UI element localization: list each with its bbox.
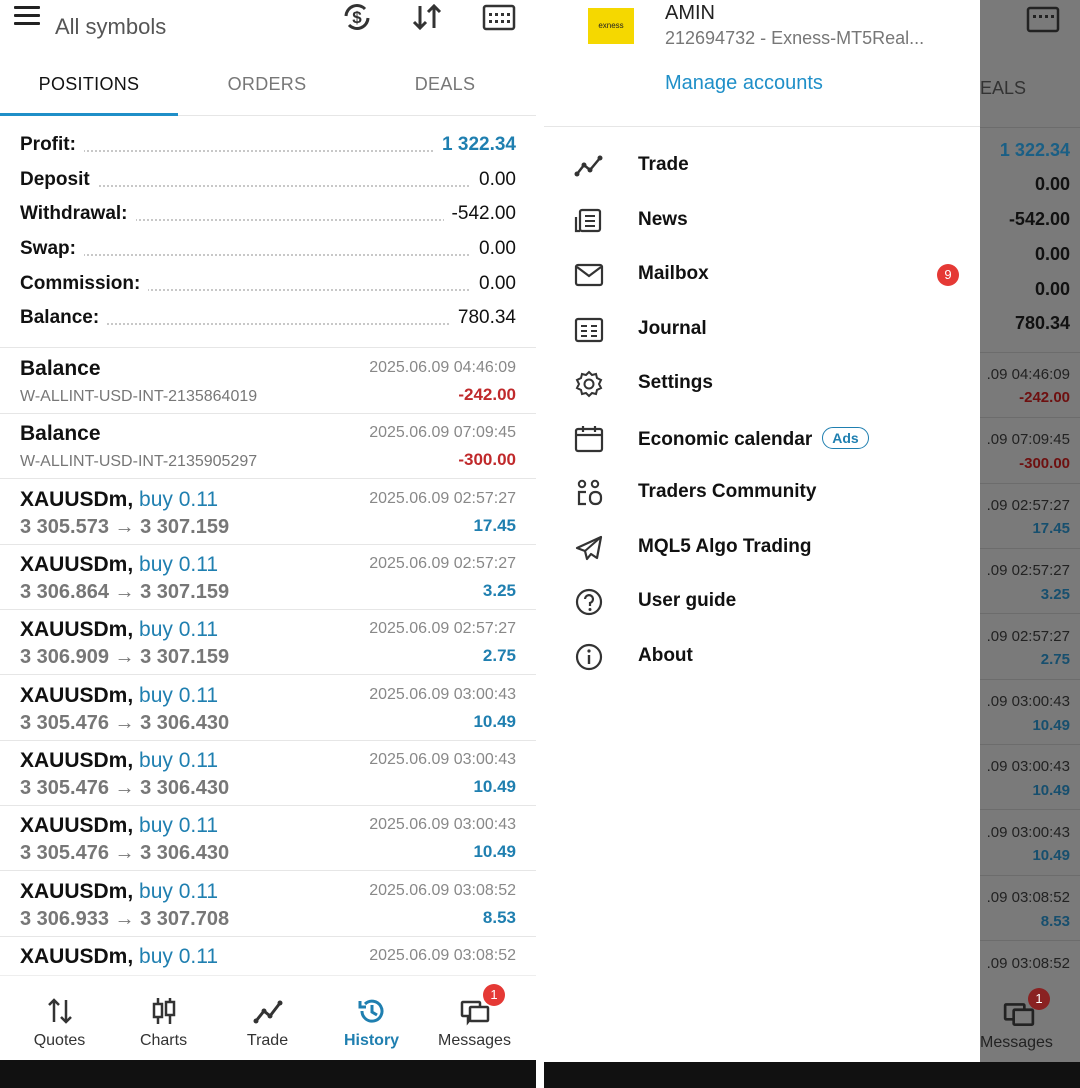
manage-accounts-link[interactable]: Manage accounts bbox=[665, 72, 823, 95]
journal-icon bbox=[574, 317, 604, 343]
nav-trade[interactable]: Trade bbox=[214, 976, 321, 1061]
telegram-icon bbox=[575, 535, 603, 561]
bottom-navigation: Quotes Charts Trade History 1 Messages bbox=[0, 975, 536, 1060]
history-screen: All symbols $ POSITIONS ORDERS DEALS Pro… bbox=[0, 0, 536, 1088]
broker-logo: exness bbox=[588, 8, 634, 44]
menu-item-traders-community[interactable]: Traders Community bbox=[544, 466, 980, 520]
trade-icon bbox=[253, 1000, 283, 1024]
divider bbox=[544, 126, 980, 127]
info-icon bbox=[575, 643, 603, 671]
menu-item-journal[interactable]: Journal bbox=[544, 303, 980, 357]
trade-icon bbox=[574, 155, 603, 177]
news-icon bbox=[574, 208, 602, 233]
nav-history[interactable]: History bbox=[318, 976, 425, 1061]
divider bbox=[536, 0, 544, 1088]
summary-deposit: Deposit 0.00 bbox=[20, 169, 516, 191]
svg-text:$: $ bbox=[352, 8, 362, 27]
help-icon bbox=[575, 588, 603, 616]
menu-item-settings[interactable]: Settings bbox=[544, 357, 980, 411]
deal-row[interactable]: XAUUSDm, buy 0.11 3 306.933 → 3 307.708 20… bbox=[0, 872, 536, 937]
account-name: AMIN bbox=[665, 2, 715, 24]
nav-messages[interactable]: 1 Messages bbox=[421, 976, 528, 1061]
menu-item-mailbox[interactable]: Mailbox 9 bbox=[544, 248, 980, 302]
tab-deals[interactable]: DEALS bbox=[356, 74, 534, 95]
tab-positions[interactable]: POSITIONS bbox=[0, 74, 178, 95]
summary-swap: Swap: 0.00 bbox=[20, 238, 516, 260]
system-nav-bar bbox=[544, 1062, 1080, 1088]
system-nav-bar bbox=[0, 1060, 536, 1088]
mailbox-badge: 9 bbox=[937, 264, 959, 286]
navigation-drawer: exness AMIN 212694732 - Exness-MT5Real..… bbox=[544, 0, 980, 1062]
ads-tag: Ads bbox=[822, 427, 869, 449]
deal-row[interactable]: Balance W-ALLINT-USD-INT-2135864019 2025.0… bbox=[0, 349, 536, 414]
tab-orders[interactable]: ORDERS bbox=[178, 74, 356, 95]
sort-icon[interactable] bbox=[410, 2, 444, 32]
deal-row[interactable]: Balance W-ALLINT-USD-INT-2135905297 2025.0… bbox=[0, 414, 536, 479]
calendar-icon bbox=[1026, 6, 1060, 33]
symbol-filter[interactable]: All symbols bbox=[55, 14, 166, 40]
charts-icon bbox=[152, 998, 176, 1024]
menu-item-economic-calendar[interactable]: Economic calendar Ads bbox=[544, 412, 980, 466]
deal-row[interactable]: XAUUSDm, buy 0.11 3 305.476 → 3 306.430 20… bbox=[0, 806, 536, 871]
nav-quotes[interactable]: Quotes bbox=[6, 976, 113, 1061]
active-tab-indicator bbox=[0, 113, 178, 116]
messages-badge: 1 bbox=[483, 984, 505, 1006]
menu-item-trade[interactable]: Trade bbox=[544, 139, 980, 193]
menu-item-mql5-algo-trading[interactable]: MQL5 Algo Trading bbox=[544, 521, 980, 575]
menu-icon[interactable] bbox=[14, 6, 40, 26]
deal-row[interactable]: XAUUSDm, buy 0.11 3 305.573 → 3 307.159 20… bbox=[0, 480, 536, 545]
history-icon bbox=[358, 999, 384, 1023]
quotes-icon bbox=[48, 998, 72, 1024]
deal-row[interactable]: XAUUSDm, buy 0.11 3 306.864 → 3 307.159 20… bbox=[0, 545, 536, 610]
summary-panel: Profit: 1 322.34 Deposit 0.00 Withdrawal: -… bbox=[0, 128, 536, 348]
top-bar: All symbols $ bbox=[0, 0, 536, 56]
summary-profit: Profit: 1 322.34 bbox=[20, 134, 516, 156]
mailbox-icon bbox=[574, 263, 604, 287]
deal-row[interactable]: XAUUSDm, buy 0.11 3 305.476 → 3 306.430 20… bbox=[0, 741, 536, 806]
deal-row[interactable]: XAUUSDm, buy 0.11 3 305.476 → 3 306.430 20… bbox=[0, 676, 536, 741]
settings-icon bbox=[575, 370, 603, 398]
account-number: 212694732 - Exness-MT5Real... bbox=[665, 28, 925, 48]
deal-row[interactable]: XAUUSDm, buy 0.11 3 306.909 → 3 307.159 20… bbox=[0, 610, 536, 675]
nav-charts[interactable]: Charts bbox=[110, 976, 217, 1061]
summary-balance: Balance: 780.34 bbox=[20, 307, 516, 329]
menu-item-about[interactable]: About bbox=[544, 630, 980, 684]
dimmed-background[interactable]: EALS 1 322.34 0.00 -542.00 0.00 0.00 780… bbox=[980, 0, 1080, 1088]
community-icon bbox=[577, 479, 603, 506]
menu-item-user-guide[interactable]: User guide bbox=[544, 575, 980, 629]
summary-withdrawal: Withdrawal: -542.00 bbox=[20, 203, 516, 225]
menu-item-news[interactable]: News bbox=[544, 194, 980, 248]
summary-commission: Commission: 0.00 bbox=[20, 273, 516, 295]
history-tabs: POSITIONS ORDERS DEALS bbox=[0, 56, 536, 116]
drawer-screen: EALS 1 322.34 0.00 -542.00 0.00 0.00 780… bbox=[544, 0, 1080, 1088]
bg-tab-fragment: EALS bbox=[980, 78, 1027, 98]
calendar-icon[interactable] bbox=[482, 2, 516, 32]
currency-exchange-icon[interactable]: $ bbox=[340, 2, 374, 32]
calendar-icon bbox=[574, 426, 604, 453]
